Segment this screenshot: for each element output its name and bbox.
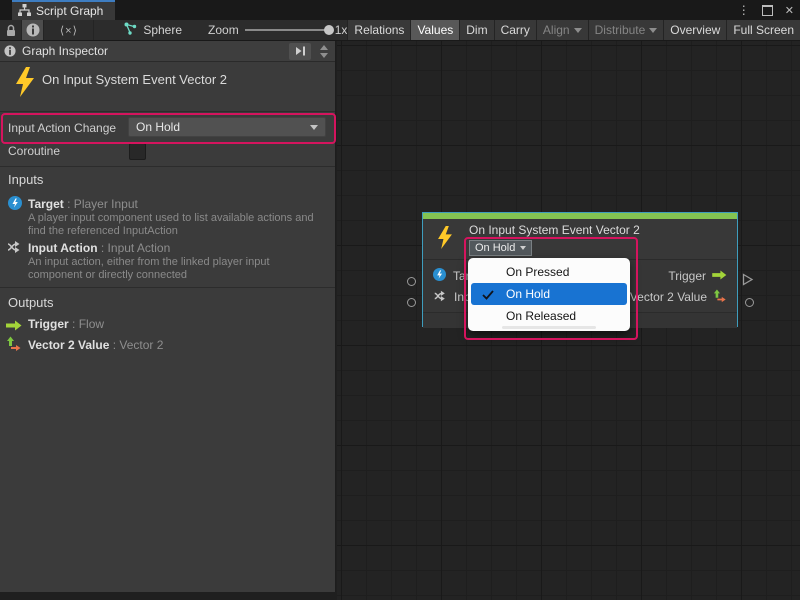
coroutine-checkbox[interactable]: [129, 143, 146, 160]
target-description: A player input component used to list av…: [28, 212, 314, 238]
values-button[interactable]: Values: [410, 20, 459, 40]
chevron-down-icon: [520, 246, 526, 250]
action-description: An input action, either from the linked …: [28, 256, 270, 282]
fullscreen-button[interactable]: Full Screen: [726, 20, 800, 40]
lock-icon[interactable]: [0, 20, 22, 40]
distribute-button[interactable]: Distribute: [588, 20, 664, 40]
overview-button[interactable]: Overview: [663, 20, 726, 40]
coroutine-label: Coroutine: [8, 144, 60, 158]
port-trigger-connector[interactable]: [742, 273, 754, 291]
green-arrow-icon: [712, 269, 727, 283]
panel-spinner[interactable]: [317, 43, 331, 60]
code-icon: [60, 24, 78, 37]
align-button[interactable]: Align: [536, 20, 588, 40]
divider: [0, 166, 335, 167]
graph-inspector-header: Graph Inspector: [0, 41, 335, 62]
zoom-value: 1x: [335, 23, 348, 37]
menu-item-on-hold[interactable]: On Hold: [471, 283, 627, 305]
tab-script-graph[interactable]: Script Graph: [12, 0, 115, 20]
graph-owner-breadcrumb[interactable]: Sphere: [124, 20, 182, 40]
relations-button[interactable]: Relations: [347, 20, 410, 40]
lightning-bolt-icon: [435, 224, 455, 256]
port-vector2-connector[interactable]: [745, 298, 754, 307]
tab-label: Script Graph: [36, 4, 103, 18]
input-action-change-dropdown[interactable]: On Hold: [128, 117, 326, 137]
zoom-label: Zoom: [208, 23, 239, 37]
code-view-button[interactable]: [44, 20, 94, 40]
chevron-down-icon: [649, 28, 657, 33]
graph-inspector-panel: Graph Inspector On Input System Event Ve…: [0, 41, 336, 592]
chevron-up-icon: [320, 45, 328, 50]
player-input-icon: [433, 268, 446, 284]
info-icon: [26, 23, 40, 37]
lightning-bolt-icon: [12, 66, 38, 103]
chevron-down-icon: [310, 125, 318, 130]
green-arrow-icon: [6, 318, 22, 336]
divider: [0, 111, 335, 112]
zoom-slider-handle[interactable]: [324, 25, 334, 35]
graph-toolbar: Sphere Zoom 1x Relations Values Dim Carr…: [0, 20, 800, 41]
chevron-down-icon: [574, 28, 582, 33]
coroutine-row: Coroutine: [0, 141, 335, 163]
input-port-target: Target : Player Input: [28, 197, 138, 211]
inspector-toggle-button[interactable]: [22, 20, 44, 40]
checkmark-icon: [482, 289, 494, 303]
input-port-action: Input Action : Input Action: [28, 241, 170, 255]
window-tab-bar: Script Graph: [0, 0, 800, 20]
node-header[interactable]: On Input System Event Vector 2 On Hold: [423, 219, 737, 259]
info-icon: [4, 45, 16, 57]
node-title: On Input System Event Vector 2: [469, 223, 640, 237]
dock-icon: [295, 46, 306, 56]
share-icon: [124, 22, 137, 38]
menu-item-on-released[interactable]: On Released: [468, 305, 630, 327]
port-action-connector[interactable]: [407, 298, 416, 307]
maximize-icon[interactable]: [762, 5, 773, 16]
menu-scroll-hint: [502, 326, 596, 329]
outputs-heading: Outputs: [8, 295, 54, 310]
input-action-change-label: Input Action Change: [8, 121, 116, 135]
kebab-menu-icon[interactable]: [738, 1, 750, 19]
action-dropdown-menu: On Pressed On Hold On Released: [468, 258, 630, 331]
dock-panel-button[interactable]: [289, 43, 311, 60]
shuffle-arrows-icon: [6, 239, 22, 260]
close-icon[interactable]: [785, 1, 794, 19]
dim-button[interactable]: Dim: [459, 20, 493, 40]
output-port-vector2: Vector 2 Value : Vector 2: [28, 338, 163, 352]
zoom-control: Zoom 1x: [208, 20, 347, 40]
vector2-arrows-icon: [6, 336, 22, 357]
divider: [0, 287, 335, 288]
chevron-down-icon: [320, 53, 328, 58]
graph-owner-label: Sphere: [143, 23, 182, 37]
menu-item-on-pressed[interactable]: On Pressed: [468, 261, 630, 283]
panel-title: Graph Inspector: [22, 44, 108, 58]
inputs-heading: Inputs: [8, 172, 43, 187]
shuffle-arrows-icon: [433, 289, 447, 306]
input-action-change-row: Input Action Change On Hold: [0, 114, 335, 141]
vector2-arrows-icon: [713, 289, 727, 306]
player-input-icon: [8, 196, 22, 215]
output-port-trigger: Trigger : Flow: [28, 317, 104, 331]
port-target-connector[interactable]: [407, 277, 416, 286]
node-action-dropdown[interactable]: On Hold: [469, 240, 532, 256]
zoom-slider[interactable]: [245, 29, 329, 31]
hierarchy-icon: [18, 4, 31, 19]
inspected-node-title: On Input System Event Vector 2: [42, 72, 227, 87]
carry-button[interactable]: Carry: [494, 20, 536, 40]
